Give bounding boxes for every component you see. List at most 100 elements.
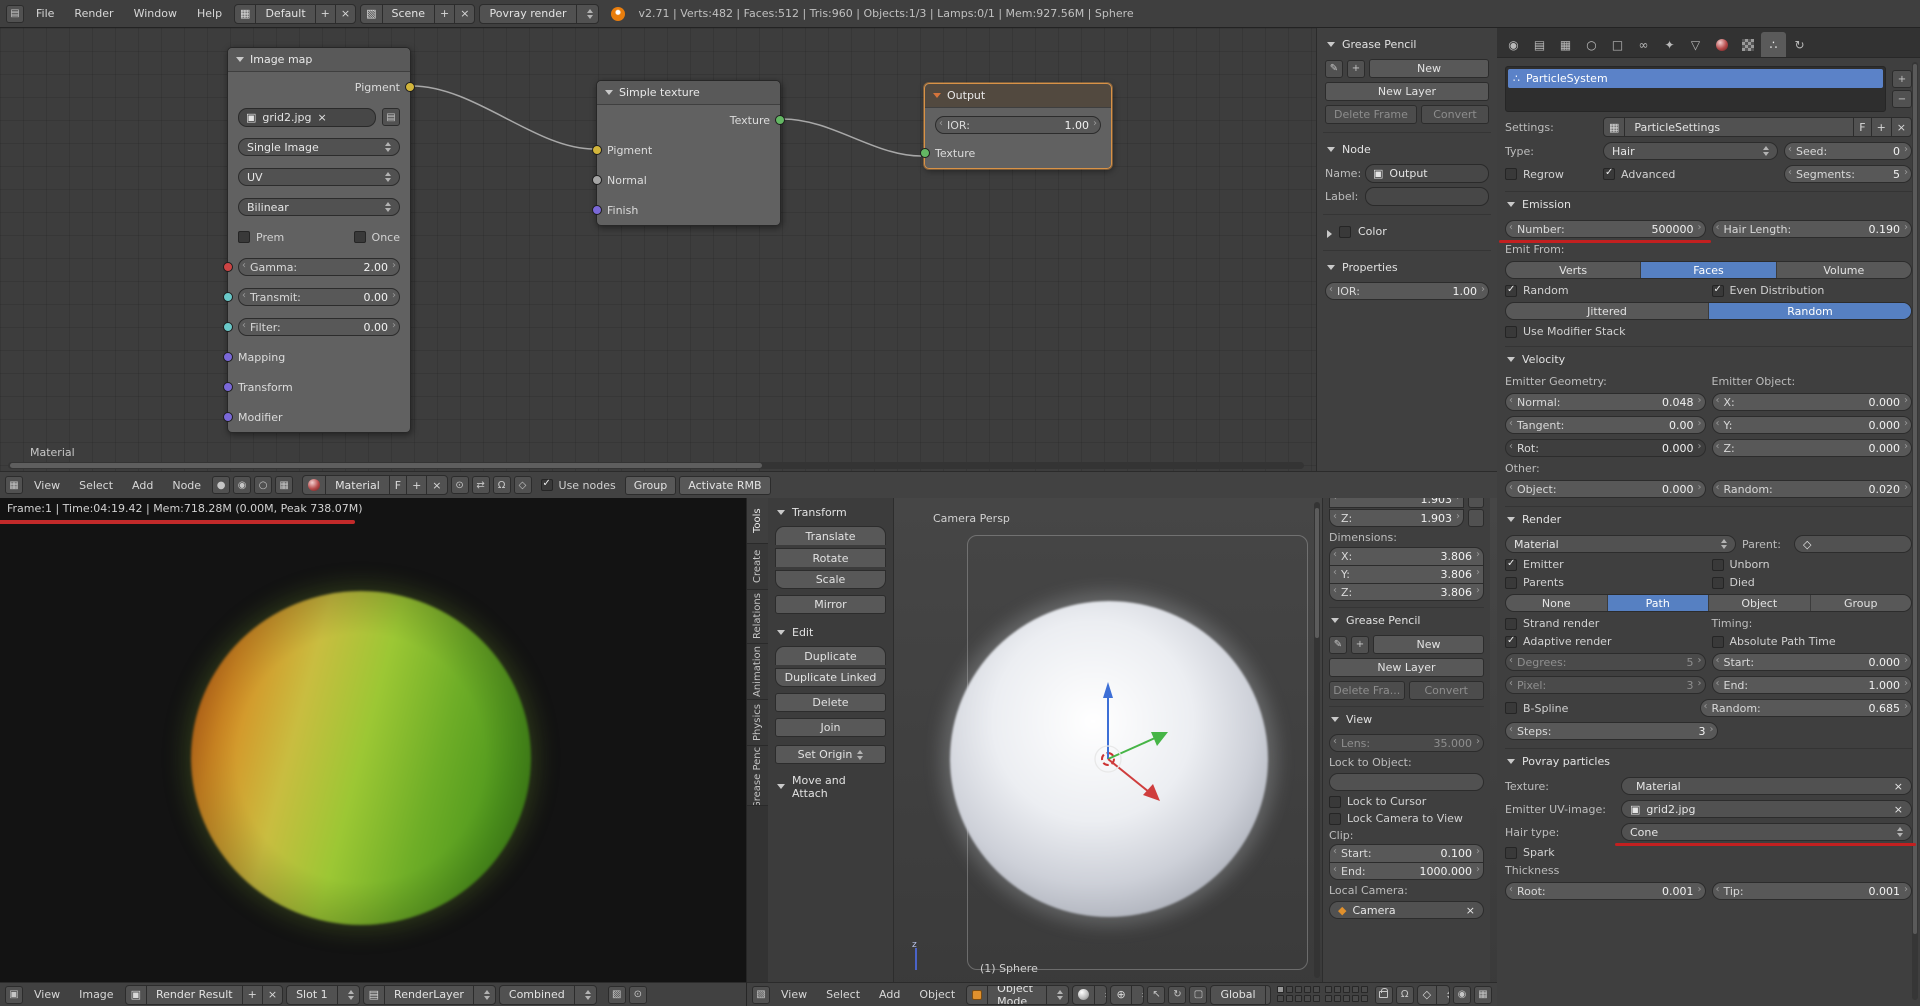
vertical-scrollbar[interactable] <box>1912 62 1918 1000</box>
random-checkbox[interactable]: Random <box>1505 284 1706 297</box>
spark-checkbox[interactable]: Spark <box>1505 846 1555 859</box>
duplicate-linked-button[interactable]: Duplicate Linked <box>775 668 886 687</box>
tab-relations[interactable]: Relations <box>747 590 768 644</box>
socket-filter[interactable] <box>223 322 233 332</box>
dimension-y-field[interactable]: Y:3.806 <box>1329 565 1484 583</box>
gp-delete-frame-button[interactable]: Delete Fra... <box>1329 681 1405 700</box>
gp-convert-button[interactable]: Convert <box>1421 105 1489 124</box>
render-layer-dropdown[interactable]: ▤ RenderLayer <box>363 985 496 1005</box>
shader-type-lamp-icon[interactable]: ○ <box>254 476 272 494</box>
lock-icon[interactable] <box>1375 986 1393 1004</box>
node-output[interactable]: Output IOR:1.00 Texture <box>924 83 1112 169</box>
mapping-dropdown[interactable]: UV <box>238 168 400 186</box>
menu-object[interactable]: Object <box>911 985 963 1004</box>
collapse-icon[interactable] <box>1507 202 1515 207</box>
unlink-image-button[interactable]: × <box>263 986 282 1004</box>
timing-random-field[interactable]: Random:0.685 <box>1700 699 1913 717</box>
render-engine-dropdown[interactable]: Povray render <box>479 4 598 24</box>
tab-object-data[interactable]: ▽ <box>1683 32 1708 57</box>
timing-start-field[interactable]: Start:0.000 <box>1712 653 1913 671</box>
add-image-button[interactable]: + <box>243 986 263 1004</box>
opengl-render-anim-icon[interactable]: ▦ <box>1474 986 1492 1004</box>
scale-z-field[interactable]: Z:1.903 <box>1329 509 1464 527</box>
node-simple-texture[interactable]: Simple texture Texture Pigment Normal Fi… <box>596 80 781 226</box>
tab-texture[interactable] <box>1735 32 1760 57</box>
pin-icon[interactable]: ⊙ <box>451 476 469 494</box>
transmit-field[interactable]: Transmit:0.00 <box>238 288 400 306</box>
particle-settings-selector[interactable]: ▦ ParticleSettings F + × <box>1603 117 1912 137</box>
screen-layout-selector[interactable]: ▦ Default + × <box>234 4 356 24</box>
collapse-icon[interactable] <box>777 630 785 635</box>
pixel-field[interactable]: Pixel:3 <box>1505 676 1706 694</box>
viewport-shading-dropdown[interactable] <box>1072 985 1107 1005</box>
lock-camera-checkbox[interactable]: Lock Camera to View <box>1329 812 1463 825</box>
emitter-checkbox[interactable]: Emitter <box>1505 558 1706 571</box>
tab-particles[interactable]: ∴ <box>1761 32 1786 57</box>
socket-modifier[interactable] <box>223 412 233 422</box>
velocity-normal-field[interactable]: Normal:0.048 <box>1505 393 1706 411</box>
menu-add[interactable]: Add <box>871 985 908 1004</box>
collapse-icon[interactable] <box>605 90 613 95</box>
shader-type-world-icon[interactable]: ◉ <box>233 476 251 494</box>
screen-add-button[interactable]: + <box>316 5 336 23</box>
tab-world[interactable]: ○ <box>1579 32 1604 57</box>
gp-new-layer-button[interactable]: New Layer <box>1329 658 1484 677</box>
socket-pigment-out[interactable] <box>405 82 415 92</box>
screen-delete-button[interactable]: × <box>336 5 355 23</box>
vertical-scrollbar[interactable] <box>1314 502 1320 978</box>
even-distribution-checkbox[interactable]: Even Distribution <box>1712 284 1913 297</box>
editor-type-icon[interactable]: ▣ <box>5 986 23 1004</box>
slot-dropdown[interactable]: Slot 1 <box>286 985 360 1005</box>
shader-type-texture-icon[interactable]: ▦ <box>275 476 293 494</box>
adaptive-render-checkbox[interactable]: Adaptive render <box>1505 635 1706 648</box>
shader-type-material-icon[interactable]: ● <box>212 476 230 494</box>
gp-new-button[interactable]: New <box>1373 635 1484 654</box>
join-button[interactable]: Join <box>775 718 886 737</box>
menu-help[interactable]: Help <box>189 4 230 23</box>
scale-button[interactable]: Scale <box>775 570 886 589</box>
distribution-random[interactable]: Random <box>1709 303 1911 319</box>
delete-button[interactable]: Delete <box>775 693 886 712</box>
menu-select[interactable]: Select <box>71 476 121 495</box>
menu-view[interactable]: View <box>26 476 68 495</box>
velocity-random-field[interactable]: Random:0.020 <box>1712 480 1913 498</box>
absolute-path-time-checkbox[interactable]: Absolute Path Time <box>1712 635 1913 648</box>
set-origin-button[interactable]: Set Origin <box>775 745 886 764</box>
velocity-x-field[interactable]: X:0.000 <box>1712 393 1913 411</box>
menu-image[interactable]: Image <box>71 985 121 1004</box>
tab-constraints[interactable]: ∞ <box>1631 32 1656 57</box>
socket-finish-in[interactable] <box>592 205 602 215</box>
socket-transmit[interactable] <box>223 292 233 302</box>
manipulator-rotate-icon[interactable]: ↻ <box>1168 986 1186 1004</box>
lock-to-object-field[interactable] <box>1329 773 1484 791</box>
tab-physics[interactable]: Physics <box>747 700 768 746</box>
menu-add[interactable]: Add <box>124 476 161 495</box>
tab-render[interactable]: ◉ <box>1501 32 1526 57</box>
interpolation-dropdown[interactable]: Bilinear <box>238 198 400 216</box>
timing-end-field[interactable]: End:1.000 <box>1712 676 1913 694</box>
orientation-dropdown[interactable]: Global <box>1210 985 1270 1005</box>
local-camera-field[interactable]: ◆Camera× <box>1329 901 1484 919</box>
scene-add-button[interactable]: + <box>435 5 455 23</box>
material-datablock-selector[interactable]: Material F + × <box>302 475 447 495</box>
image-datablock[interactable]: ▣grid2.jpg× <box>238 108 376 127</box>
opengl-render-icon[interactable]: ◉ <box>1453 986 1471 1004</box>
gamma-field[interactable]: Gamma:2.00 <box>238 258 400 276</box>
prem-checkbox[interactable]: Prem <box>238 231 284 244</box>
remove-particle-system-button[interactable]: − <box>1892 90 1912 108</box>
unlink-icon[interactable]: × <box>1894 780 1903 793</box>
type-dropdown[interactable]: Hair <box>1603 142 1778 160</box>
filter-field[interactable]: Filter:0.00 <box>238 318 400 336</box>
died-checkbox[interactable]: Died <box>1712 576 1913 589</box>
scene-selector[interactable]: ▧ Scene + × <box>360 4 475 24</box>
scene-browse-icon[interactable]: ▧ <box>361 5 382 23</box>
snap-magnet-icon[interactable]: Ω <box>1396 986 1414 1004</box>
collapse-icon[interactable] <box>1331 717 1339 722</box>
fake-user-button[interactable]: F <box>1854 118 1871 136</box>
node-canvas[interactable]: Image map Pigment ▣grid2.jpg× ▤ Single I… <box>0 28 1316 471</box>
dimension-x-field[interactable]: X:3.806 <box>1329 547 1484 565</box>
snap-target-icon[interactable]: ◇ <box>514 476 532 494</box>
socket-gamma[interactable] <box>223 262 233 272</box>
segments-field[interactable]: Segments:5 <box>1784 165 1912 183</box>
menu-select[interactable]: Select <box>818 985 868 1004</box>
